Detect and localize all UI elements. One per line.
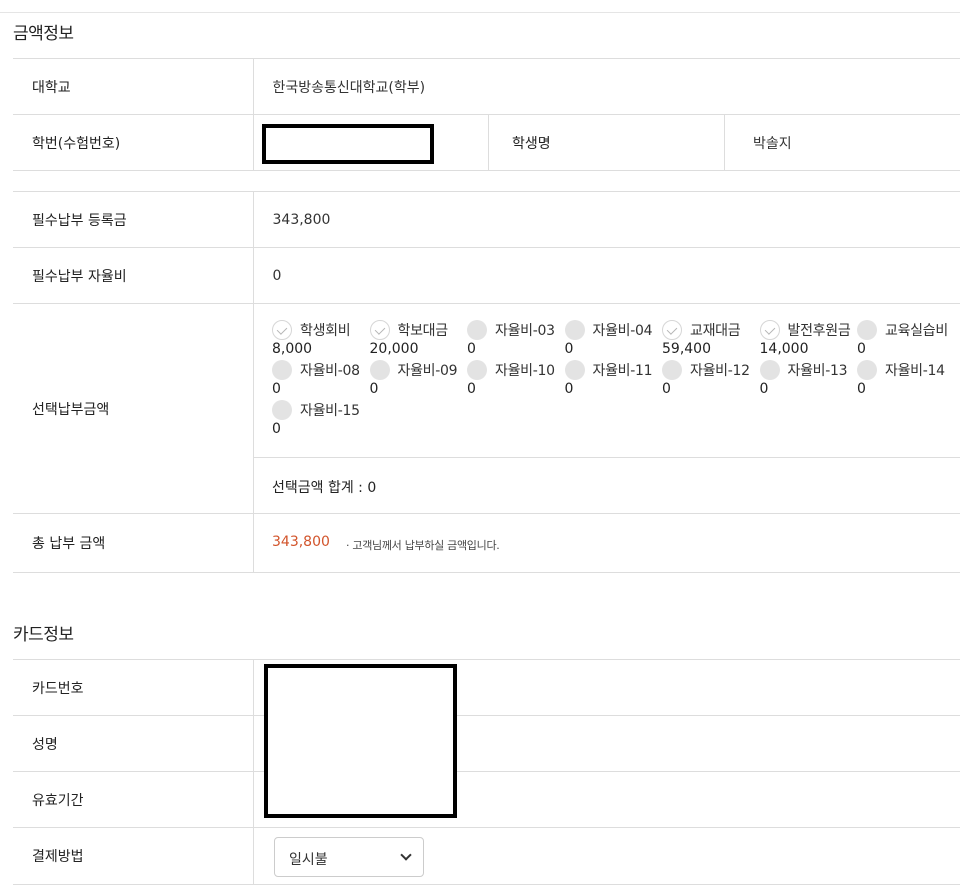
optional-item[interactable]: 자율비-10 0: [467, 358, 565, 398]
optional-item-amount: 0: [662, 381, 671, 397]
optional-item-checkbox[interactable]: [272, 360, 292, 380]
student-info-table: 대학교 한국방송통신대학교(학부) 학번(수험번호): [13, 58, 960, 171]
optional-item-name: 자율비-12: [690, 363, 750, 379]
optional-item[interactable]: 교재대금 59,400: [662, 318, 760, 358]
optional-item-checkbox[interactable]: [467, 320, 487, 340]
optional-item[interactable]: 교육실습비 0: [857, 318, 955, 358]
optional-item[interactable]: 자율비-15 0: [272, 398, 370, 438]
optional-item-amount: 0: [272, 421, 281, 437]
optional-item-name: 자율비-15: [300, 403, 360, 419]
optional-item-checkbox[interactable]: [759, 320, 780, 340]
optional-item-checkbox[interactable]: [467, 360, 487, 380]
optional-item[interactable]: 자율비-13 0: [759, 358, 858, 398]
optional-item[interactable]: 학생회비 8,000: [272, 318, 370, 358]
required-fee-label: 필수납부 자율비: [13, 247, 254, 304]
optional-item[interactable]: 자율비-08 0: [272, 358, 370, 398]
optional-amount-label: 선택납부금액: [13, 303, 254, 514]
payment-method-selected: 일시불: [289, 852, 328, 868]
student-name-value: 박솔지: [753, 136, 792, 152]
top-divider: [0, 12, 960, 13]
required-tuition-label: 필수납부 등록금: [13, 191, 254, 248]
optional-item-name: 자율비-04: [592, 323, 653, 339]
student-id-redaction: [262, 124, 434, 164]
optional-item-name: 자율비-11: [592, 363, 653, 379]
card-info-table: 카드번호 성명 유효기간 결제방법: [13, 659, 960, 885]
optional-item-amount: 0: [272, 381, 281, 397]
optional-item[interactable]: 자율비-03 0: [467, 318, 565, 358]
optional-item-amount: 0: [467, 341, 476, 357]
card-number-label: 카드번호: [13, 659, 254, 716]
optional-item-checkbox[interactable]: [272, 320, 292, 340]
optional-item-checkbox[interactable]: [857, 360, 877, 380]
optional-item[interactable]: 자율비-09 0: [369, 358, 468, 398]
optional-item-amount: 14,000: [759, 341, 809, 357]
optional-item-amount: 0: [369, 381, 379, 397]
optional-item-name: 자율비-10: [495, 363, 555, 379]
optional-item-amount: 20,000: [369, 341, 419, 357]
optional-item-checkbox[interactable]: [662, 320, 682, 340]
optional-item[interactable]: 자율비-14 0: [857, 358, 955, 398]
optional-item-amount: 0: [564, 381, 574, 397]
optional-item-amount: 0: [857, 381, 866, 397]
optional-item[interactable]: 학보대금 20,000: [369, 318, 468, 358]
chevron-down-icon: [400, 849, 412, 861]
holder-name-label: 성명: [13, 715, 254, 772]
optional-item-checkbox[interactable]: [369, 320, 390, 340]
optional-item-checkbox[interactable]: [662, 360, 682, 380]
optional-sum-text: 선택금액 합계 : 0: [272, 480, 377, 496]
optional-item[interactable]: 자율비-11 0: [564, 358, 663, 398]
optional-item-name: 교재대금: [690, 323, 741, 339]
optional-item-checkbox[interactable]: [272, 400, 292, 420]
optional-item-checkbox[interactable]: [857, 320, 877, 340]
card-info-redaction: [264, 664, 457, 818]
optional-item-checkbox[interactable]: [759, 360, 780, 380]
optional-item-name: 자율비-13: [787, 363, 848, 379]
payment-method-select[interactable]: 일시불: [274, 837, 424, 877]
optional-item-name: 자율비-09: [397, 363, 458, 379]
optional-item-checkbox[interactable]: [564, 360, 585, 380]
expiry-label: 유효기간: [13, 771, 254, 828]
required-fee-value: 0: [253, 247, 960, 304]
optional-item-name: 자율비-03: [495, 323, 555, 339]
optional-item-name: 자율비-14: [885, 363, 945, 379]
optional-item-amount: 0: [564, 341, 574, 357]
university-value: 한국방송통신대학교(학부): [253, 58, 960, 115]
optional-item-name: 발전후원금: [787, 323, 851, 339]
optional-item-name: 교육실습비: [885, 323, 948, 339]
optional-item-amount: 0: [467, 381, 476, 397]
optional-item[interactable]: 자율비-12 0: [662, 358, 760, 398]
required-tuition-value: 343,800: [253, 191, 960, 248]
optional-item-amount: 0: [759, 381, 769, 397]
optional-item-name: 자율비-08: [300, 363, 360, 379]
total-amount-note: · 고객님께서 납부하실 금액입니다.: [346, 539, 500, 552]
optional-item-name: 학보대금: [397, 323, 449, 339]
optional-item-amount: 59,400: [662, 341, 711, 357]
optional-item-checkbox[interactable]: [369, 360, 390, 380]
optional-item-amount: 0: [857, 341, 866, 357]
optional-item[interactable]: 자율비-04 0: [564, 318, 663, 358]
student-id-label: 학번(수험번호): [13, 114, 254, 171]
optional-item-amount: 8,000: [272, 341, 313, 357]
optional-item-name: 학생회비: [300, 323, 351, 339]
optional-item[interactable]: 발전후원금 14,000: [759, 318, 858, 358]
payment-method-label: 결제방법: [13, 827, 254, 885]
total-label: 총 납부 금액: [13, 513, 254, 573]
amount-section-title: 금액정보: [13, 24, 74, 44]
optional-item-checkbox[interactable]: [564, 320, 585, 340]
student-name-label: 학생명: [512, 136, 551, 152]
total-amount-value: 343,800: [272, 534, 330, 550]
university-label: 대학교: [13, 58, 254, 115]
card-section-title: 카드정보: [13, 625, 74, 645]
